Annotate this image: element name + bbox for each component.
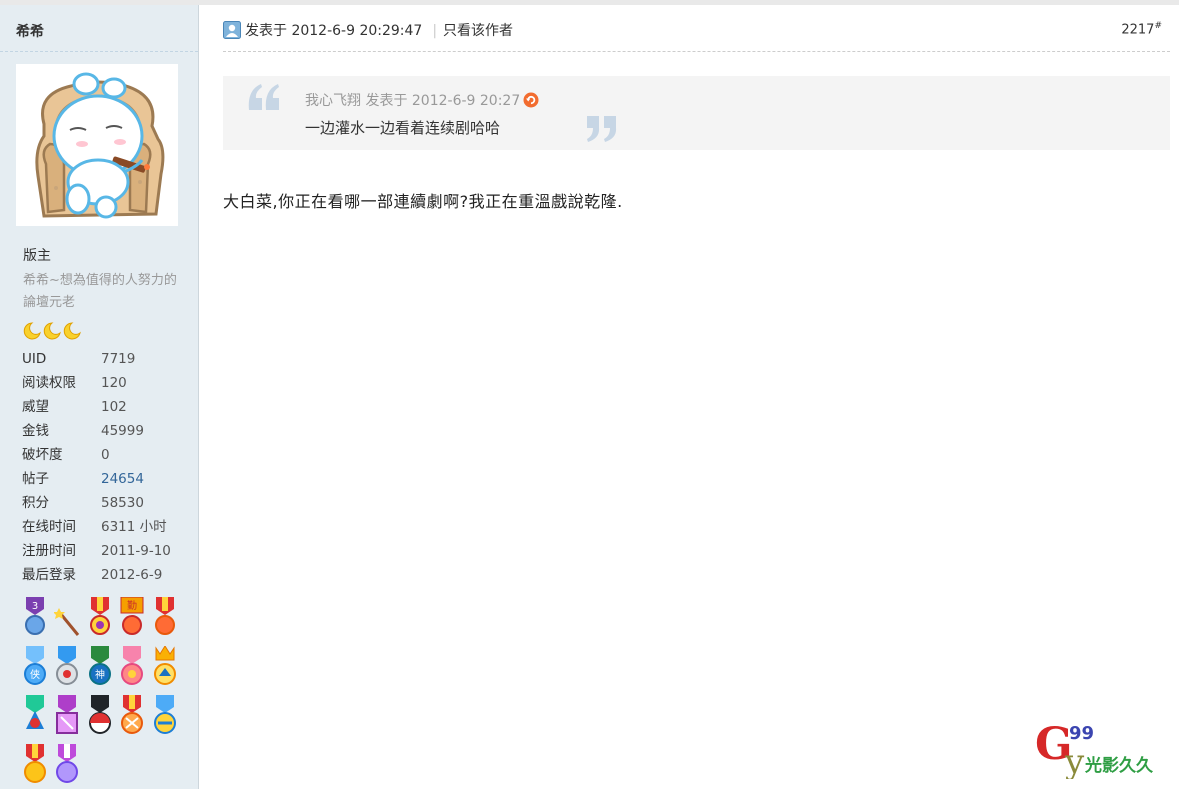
stat-label: 阅读权限 xyxy=(22,375,76,391)
stat-value: 2011-9-10 xyxy=(101,543,171,559)
stat-value: 2012-6-9 xyxy=(101,567,163,583)
logo-icon: G 99 y 光影久久 xyxy=(1035,719,1153,782)
medal-icon[interactable] xyxy=(54,646,80,686)
stat-row: 破坏度 0 xyxy=(22,443,171,467)
stat-value: 45999 xyxy=(101,423,144,439)
divider xyxy=(0,51,198,52)
divider: | xyxy=(432,23,438,39)
author-only-link[interactable]: 只看该作者 xyxy=(443,23,513,39)
stat-label: 帖子 xyxy=(22,471,49,487)
floor-suffix: # xyxy=(1154,21,1162,31)
stat-row: 阅读权限 120 xyxy=(22,371,171,395)
medal-icon[interactable] xyxy=(87,695,113,735)
stat-label: 积分 xyxy=(22,495,49,511)
medal-icon[interactable]: 勤 xyxy=(119,597,145,637)
go-to-post-icon[interactable] xyxy=(523,92,539,108)
stat-label: 最后登录 xyxy=(22,567,76,583)
user-post-icon xyxy=(223,21,241,39)
author-name[interactable]: 希希 xyxy=(16,21,44,41)
site-watermark-logo: G 99 y 光影久久 xyxy=(1033,717,1173,782)
medal-icon[interactable] xyxy=(119,646,145,686)
moon-icon xyxy=(23,322,81,340)
quote-text: 一边灌水一边看着连续剧哈哈 xyxy=(305,119,501,137)
logo-caption: 光影久久 xyxy=(1084,755,1153,776)
medal-icon[interactable]: 侠 xyxy=(22,646,48,686)
medal-icon[interactable] xyxy=(22,744,48,784)
svg-text:3: 3 xyxy=(32,601,38,612)
stat-row: 注册时间 2011-9-10 xyxy=(22,539,171,563)
stat-label: 金钱 xyxy=(22,423,49,439)
medal-row xyxy=(22,744,192,793)
post-body: 大白菜,你正在看哪一部連續劇啊?我正在重溫戲說乾隆. xyxy=(223,192,623,211)
rank-stars xyxy=(23,321,83,345)
quote-close-icon xyxy=(587,116,617,142)
svg-text:侠: 侠 xyxy=(30,668,40,681)
stat-row: UID 7719 xyxy=(22,347,171,371)
logo-number: 99 xyxy=(1069,723,1094,744)
stat-label: 在线时间 xyxy=(22,519,76,535)
author-sidebar: 希希 版主 希希~想為值得的人努力的論壇元老 UID 7719 阅读权限 120… xyxy=(0,5,199,789)
medal-icon[interactable] xyxy=(119,695,145,735)
divider xyxy=(223,51,1170,52)
quote-block: 我心飞翔 发表于 2012-6-9 20:27 一边灌水一边看着连续剧哈哈 xyxy=(223,76,1170,150)
stat-row: 最后登录 2012-6-9 xyxy=(22,563,171,587)
posts-count-link[interactable]: 24654 xyxy=(101,467,144,491)
author-rank: 版主 xyxy=(23,248,51,264)
medal-icon[interactable]: 3 xyxy=(22,597,48,637)
stat-value: 7719 xyxy=(101,351,136,367)
stat-value: 6311 小时 xyxy=(101,519,167,535)
stat-row: 帖子 24654 xyxy=(22,467,171,491)
quote-meta: 我心飞翔 发表于 2012-6-9 20:27 xyxy=(305,90,539,110)
author-signature: 希希~想為值得的人努力的論壇元老 xyxy=(23,273,177,310)
medal-icon[interactable] xyxy=(152,646,178,686)
medal-row: 3 勤 xyxy=(22,597,192,646)
stat-row: 积分 58530 xyxy=(22,491,171,515)
medal-icon[interactable] xyxy=(152,695,178,735)
post-header: 发表于 2012-6-9 20:29:47 | 只看该作者 xyxy=(223,20,513,42)
avatar[interactable] xyxy=(16,64,178,226)
stat-row: 威望 102 xyxy=(22,395,171,419)
wand-icon[interactable] xyxy=(54,597,80,637)
stat-label: 破坏度 xyxy=(22,447,63,463)
stat-label: UID xyxy=(22,351,47,367)
medal-icon[interactable]: 神 xyxy=(87,646,113,686)
medal-icon[interactable] xyxy=(152,597,178,637)
medal-icon[interactable] xyxy=(54,695,80,735)
rabbit-armchair-icon xyxy=(35,72,165,219)
stat-value: 0 xyxy=(101,447,110,463)
floor-value: 2217 xyxy=(1121,22,1155,38)
medal-icon[interactable] xyxy=(54,744,80,784)
medal-row xyxy=(22,695,192,744)
quote-open-icon xyxy=(248,84,279,110)
svg-text:神: 神 xyxy=(95,668,105,681)
stat-value: 102 xyxy=(101,399,127,415)
quote-author-time: 我心飞翔 发表于 2012-6-9 20:27 xyxy=(305,93,521,109)
medal-icon[interactable] xyxy=(22,695,48,735)
post-content-area: 发表于 2012-6-9 20:29:47 | 只看该作者 2217# 我心飞翔 发… xyxy=(199,5,1179,789)
medal-row: 侠 神 xyxy=(22,646,192,695)
stat-label: 威望 xyxy=(22,399,49,415)
stat-row: 金钱 45999 xyxy=(22,419,171,443)
stat-row: 在线时间 6311 小时 xyxy=(22,515,171,539)
stat-value: 58530 xyxy=(101,495,144,511)
stat-value: 120 xyxy=(101,375,127,391)
medal-icon[interactable] xyxy=(87,597,113,637)
floor-number[interactable]: 2217# xyxy=(1121,21,1162,37)
svg-text:勤: 勤 xyxy=(127,599,137,612)
stat-label: 注册时间 xyxy=(22,543,76,559)
post-meta: 发表于 2012-6-9 20:29:47 xyxy=(245,23,423,39)
medal-list: 3 勤 侠 神 xyxy=(22,597,192,793)
author-stats: UID 7719 阅读权限 120 威望 102 金钱 45999 破坏度 0 帖子 246… xyxy=(22,347,171,587)
logo-letter-y: y xyxy=(1064,742,1085,779)
